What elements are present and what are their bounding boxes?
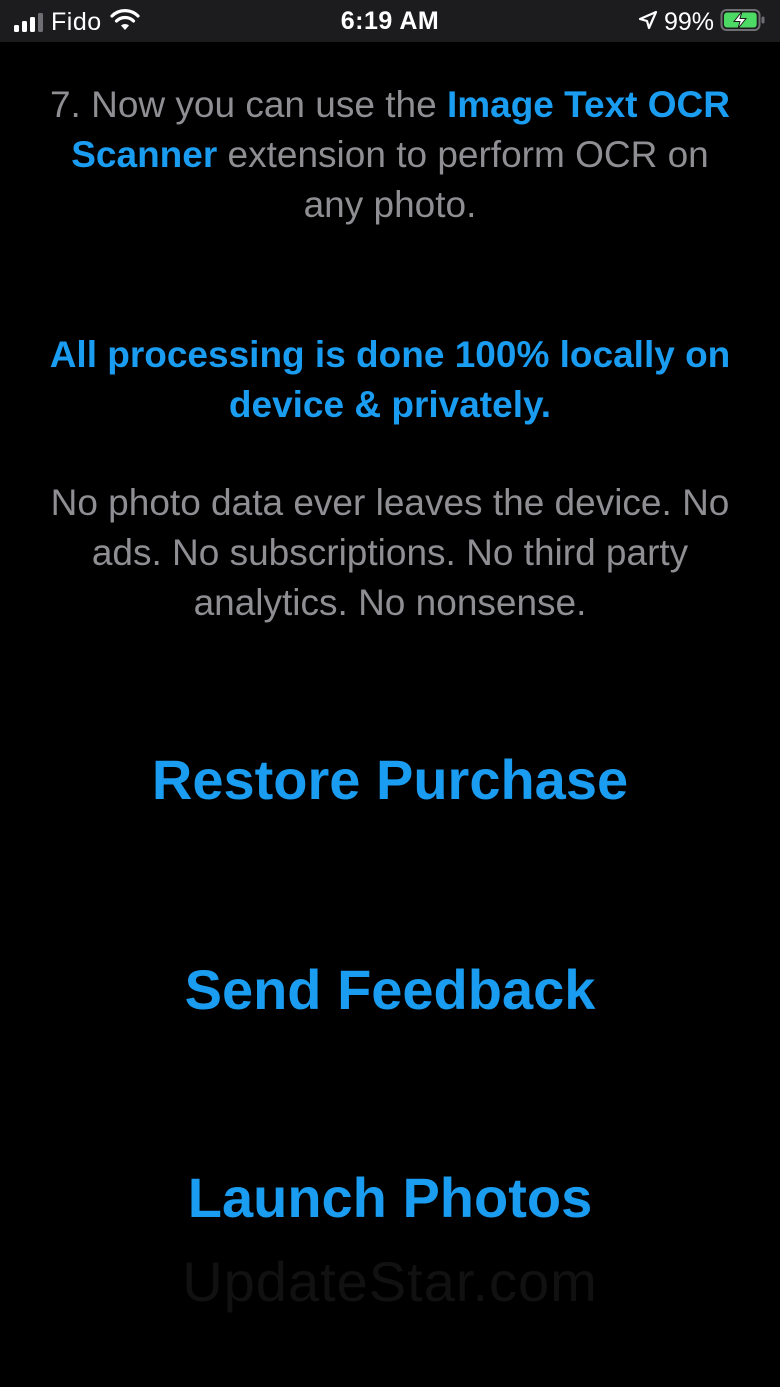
location-icon — [638, 10, 658, 35]
step-instruction: 7. Now you can use the Image Text OCR Sc… — [40, 80, 740, 230]
step-suffix: extension to perform OCR on any photo. — [217, 134, 709, 225]
restore-purchase-button[interactable]: Restore Purchase — [0, 748, 780, 812]
watermark: UpdateStar.com — [182, 1250, 598, 1313]
status-bar: Fido 6:19 AM 99% — [0, 0, 780, 42]
instructions-block: 7. Now you can use the Image Text OCR Sc… — [40, 80, 740, 230]
send-feedback-button[interactable]: Send Feedback — [0, 958, 780, 1022]
status-right: 99% — [638, 8, 766, 36]
battery-charging-icon — [720, 8, 766, 37]
step-prefix: 7. Now you can use the — [49, 84, 447, 125]
launch-photos-button[interactable]: Launch Photos — [0, 1166, 780, 1230]
privacy-heading: All processing is done 100% locally on d… — [49, 334, 731, 425]
privacy-body: No photo data ever leaves the device. No… — [50, 482, 730, 623]
battery-percent: 99% — [663, 7, 714, 36]
